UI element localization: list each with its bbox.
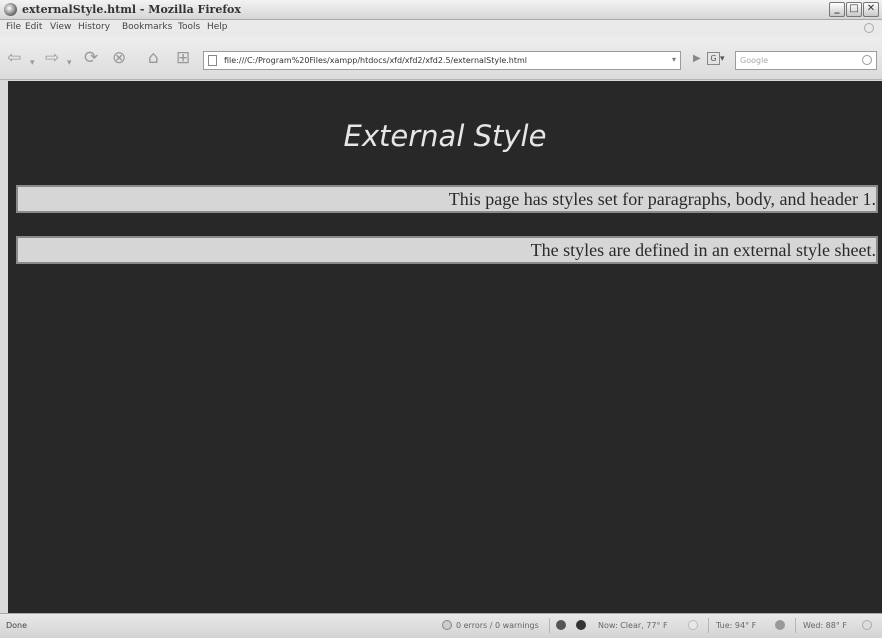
firefox-icon (4, 3, 17, 16)
weather-storm-icon (775, 620, 785, 630)
window-titlebar: externalStyle.html - Mozilla Firefox _ □… (0, 0, 882, 20)
throbber-icon (864, 23, 874, 33)
weather-cloud-icon (862, 620, 872, 630)
weather-wed[interactable]: Wed: 88° F (803, 621, 847, 630)
weather-now[interactable]: Now: Clear, 77° F (598, 621, 668, 630)
url-dropdown-icon[interactable]: ▾ (672, 55, 676, 64)
status-separator (549, 618, 550, 633)
page-icon (208, 55, 217, 66)
status-separator (795, 618, 796, 633)
menu-history[interactable]: History (78, 22, 110, 32)
reload-icon[interactable]: ⟳ (84, 50, 98, 67)
validator-status[interactable]: 0 errors / 0 warnings (456, 621, 539, 630)
menu-bookmarks[interactable]: Bookmarks (122, 22, 172, 32)
page-heading: External Style (343, 119, 547, 153)
menu-help[interactable]: Help (207, 22, 228, 32)
page-content: External Style This page has styles set … (8, 81, 882, 613)
paragraph-2: The styles are defined in an external st… (16, 236, 878, 264)
menu-edit[interactable]: Edit (25, 22, 42, 32)
menu-file[interactable]: File (6, 22, 21, 32)
addon-icon[interactable] (556, 620, 566, 630)
search-engine-icon: G (707, 52, 720, 65)
validator-icon[interactable] (442, 620, 452, 630)
url-bar[interactable]: file:///C:/Program%20Files/xampp/htdocs/… (203, 51, 681, 70)
new-tab-icon[interactable]: ⊞ (176, 50, 190, 67)
forward-icon[interactable]: ⇨ (45, 50, 59, 67)
weather-moon-icon (688, 620, 698, 630)
menu-tools[interactable]: Tools (178, 22, 200, 32)
search-engine-selector[interactable]: G ▾ (707, 52, 731, 69)
stop-icon[interactable]: ⊗ (112, 50, 126, 67)
status-bar: Done 0 errors / 0 warnings Now: Clear, 7… (0, 613, 882, 638)
close-button[interactable]: ✕ (863, 2, 879, 17)
forward-dropdown-icon[interactable]: ▾ (67, 55, 72, 72)
weather-tue[interactable]: Tue: 94° F (716, 621, 756, 630)
status-separator (708, 618, 709, 633)
navigation-toolbar: ⇦ ▾ ⇨ ▾ ⟳ ⊗ ⌂ ⊞ file:///C:/Program%20Fil… (0, 37, 882, 80)
menu-view[interactable]: View (50, 22, 71, 32)
url-text[interactable]: file:///C:/Program%20Files/xampp/htdocs/… (224, 56, 527, 65)
search-placeholder: Google (740, 56, 769, 65)
minimize-button[interactable]: _ (829, 2, 845, 17)
back-icon[interactable]: ⇦ (7, 50, 21, 67)
go-icon[interactable]: ▶ (693, 53, 701, 64)
weather-icon[interactable] (576, 620, 586, 630)
window-title: externalStyle.html - Mozilla Firefox (22, 3, 241, 16)
home-icon[interactable]: ⌂ (148, 50, 159, 67)
status-text: Done (6, 621, 28, 630)
back-dropdown-icon[interactable]: ▾ (30, 55, 35, 72)
search-icon[interactable] (862, 55, 872, 65)
paragraph-1: This page has styles set for paragraphs,… (16, 185, 878, 213)
maximize-button[interactable]: □ (846, 2, 862, 17)
search-bar[interactable]: Google (735, 51, 877, 70)
menu-bar: File Edit View History Bookmarks Tools H… (0, 20, 882, 37)
